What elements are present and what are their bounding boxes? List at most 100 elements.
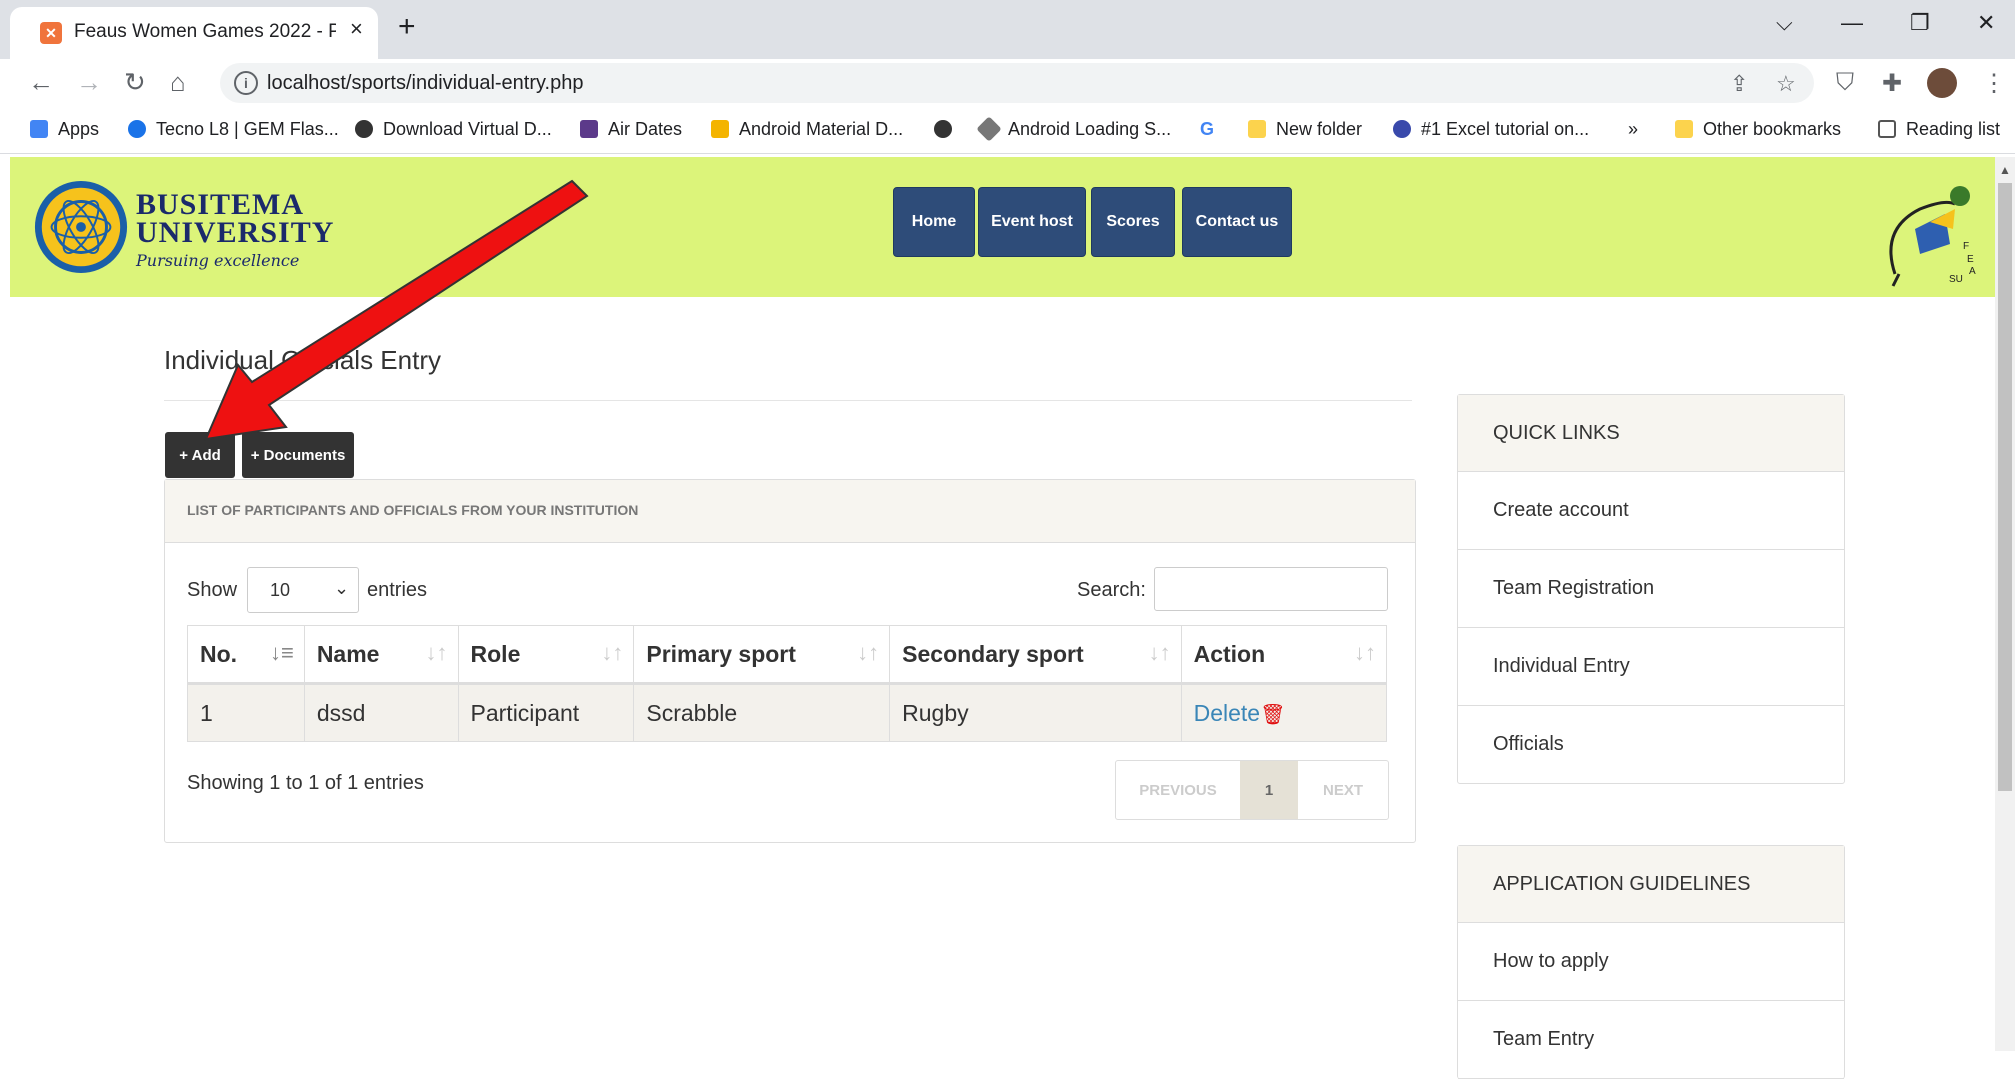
tv-icon: [580, 120, 598, 138]
tab-search-icon[interactable]: ⌵: [1776, 10, 1793, 36]
profile-avatar[interactable]: [1927, 68, 1957, 98]
link-create-account[interactable]: Create account: [1458, 472, 1844, 550]
bookmark-excel-tutorial[interactable]: #1 Excel tutorial on...: [1393, 119, 1589, 140]
sort-icon: ↓↑: [1354, 640, 1376, 665]
bookmark-overflow[interactable]: »: [1628, 119, 1638, 140]
column-header-name[interactable]: Name ↓↑: [303, 625, 459, 685]
column-header-role[interactable]: Role ↓↑: [457, 625, 635, 685]
bookmark-star-icon[interactable]: ☆: [1776, 71, 1796, 97]
logo-tagline: Pursuing excellence: [136, 251, 300, 270]
minimize-icon[interactable]: —: [1841, 10, 1863, 36]
globe-icon: [934, 120, 952, 138]
add-button[interactable]: + Add: [165, 432, 235, 478]
column-header-action[interactable]: Action ↓↑: [1180, 625, 1388, 685]
browser-tab[interactable]: ✕ Feaus Women Games 2022 - Part ×: [10, 7, 378, 59]
bookmark-google[interactable]: G: [1200, 119, 1214, 140]
cell-role: Participant: [457, 683, 635, 742]
address-bar[interactable]: i localhost/sports/individual-entry.php …: [220, 63, 1814, 103]
site-info-icon[interactable]: i: [234, 71, 258, 95]
cell-action: Delete🗑: [1180, 683, 1388, 742]
close-tab-icon[interactable]: ×: [350, 16, 363, 42]
nav-scores[interactable]: Scores: [1091, 187, 1175, 257]
back-icon[interactable]: ←: [28, 67, 54, 98]
cell-name: dssd: [303, 683, 459, 742]
university-logo-text[interactable]: BUSITEMA UNIVERSITY Pursuing excellence: [136, 188, 334, 271]
bookmark-other[interactable]: Other bookmarks: [1675, 119, 1841, 140]
link-how-to-apply[interactable]: How to apply: [1458, 923, 1844, 1001]
tab-title: Feaus Women Games 2022 - Part: [74, 21, 336, 42]
column-header-primary-sport[interactable]: Primary sport ↓↑: [633, 625, 891, 685]
quick-links-panel: QUICK LINKS Create account Team Registra…: [1457, 394, 1845, 784]
cell-no: 1: [187, 683, 305, 742]
extensions-puzzle-icon[interactable]: ✚: [1882, 69, 1902, 98]
bookmark-android-material[interactable]: Android Material D...: [711, 119, 903, 140]
scroll-thumb[interactable]: [1998, 183, 2012, 791]
quick-links-title: QUICK LINKS: [1458, 395, 1844, 472]
share-icon[interactable]: ⇪: [1730, 71, 1748, 97]
close-window-icon[interactable]: ✕: [1977, 10, 1995, 36]
home-icon[interactable]: ⌂: [170, 67, 186, 98]
svg-text:E: E: [1967, 254, 1974, 265]
page-1-button[interactable]: 1: [1240, 761, 1298, 819]
browser-toolbar: ← → ↻ ⌂ i localhost/sports/individual-en…: [0, 59, 2015, 107]
table-row: 1 dssd Participant Scrabble Rugby Delete…: [187, 683, 1388, 742]
scroll-up-icon[interactable]: ▲: [1999, 163, 2011, 177]
bookmark-android-loading[interactable]: Android Loading S...: [976, 116, 1171, 142]
table-info: Showing 1 to 1 of 1 entries: [187, 772, 424, 794]
guidelines-panel: APPLICATION GUIDELINES How to apply Team…: [1457, 845, 1845, 1079]
search-label: Search:: [1077, 579, 1146, 601]
browser-tab-strip: ✕ Feaus Women Games 2022 - Part × + ⌵ — …: [0, 0, 2015, 59]
globe-icon: [355, 120, 373, 138]
android-material-icon: [711, 120, 729, 138]
new-tab-button[interactable]: +: [398, 10, 416, 44]
participants-panel: LIST OF PARTICIPANTS AND OFFICIALS FROM …: [164, 479, 1416, 843]
page-scrollbar[interactable]: ▲: [1995, 157, 2015, 1051]
google-icon: G: [1200, 119, 1215, 139]
participants-panel-header: LIST OF PARTICIPANTS AND OFFICIALS FROM …: [165, 480, 1415, 543]
search-input[interactable]: [1154, 567, 1388, 611]
menu-kebab-icon[interactable]: ⋮: [1982, 69, 2006, 98]
reading-list-icon: [1878, 120, 1896, 138]
link-team-registration[interactable]: Team Registration: [1458, 550, 1844, 628]
link-officials[interactable]: Officials: [1458, 706, 1844, 783]
trash-icon[interactable]: 🗑: [1260, 704, 1285, 726]
next-page-button[interactable]: NEXT: [1298, 761, 1388, 819]
bookmark-tecno[interactable]: Tecno L8 | GEM Flas...: [128, 119, 339, 140]
nav-event-host[interactable]: Event host: [978, 187, 1086, 257]
sort-icon: ↓↑: [1148, 640, 1171, 665]
reload-icon[interactable]: ↻: [124, 67, 146, 98]
sort-icon: ↓↑: [857, 640, 880, 665]
restore-icon[interactable]: ❐: [1910, 10, 1930, 36]
page-title: Individual Officials Entry: [164, 345, 441, 375]
nav-home[interactable]: Home: [893, 187, 975, 257]
nav-contact-us[interactable]: Contact us: [1182, 187, 1292, 257]
bookmark-reading-list[interactable]: Reading list: [1878, 119, 2000, 140]
address-url[interactable]: localhost/sports/individual-entry.php: [267, 72, 583, 95]
sort-icon: ↓↑: [425, 640, 448, 665]
shield-extension-icon[interactable]: ⛉: [1836, 69, 1854, 97]
column-header-secondary-sport[interactable]: Secondary sport ↓↑: [889, 625, 1182, 685]
apps-grid-icon: [30, 120, 48, 138]
bookmark-apps[interactable]: Apps: [30, 119, 99, 140]
logo-line-1: BUSITEMA: [136, 188, 305, 221]
diamond-icon: [976, 116, 1002, 142]
bookmarks-bar: Apps Tecno L8 | GEM Flas... Download Vir…: [0, 107, 2015, 154]
bookmark-air-dates[interactable]: Air Dates: [580, 119, 682, 140]
bookmark-globe[interactable]: [934, 119, 962, 140]
delete-link[interactable]: Delete: [1194, 700, 1260, 726]
column-header-no[interactable]: No. ↓≡: [187, 625, 305, 685]
link-team-entry[interactable]: Team Entry: [1458, 1001, 1844, 1079]
bookmark-download-virtual[interactable]: Download Virtual D...: [355, 119, 552, 140]
documents-button[interactable]: + Documents: [242, 432, 354, 478]
entries-per-page-select[interactable]: 10 ⌄: [247, 567, 359, 613]
cell-primary-sport: Scrabble: [633, 683, 891, 742]
previous-page-button[interactable]: PREVIOUS: [1116, 761, 1240, 819]
svg-text:A: A: [1969, 266, 1976, 277]
forward-icon[interactable]: →: [76, 67, 102, 98]
link-individual-entry[interactable]: Individual Entry: [1458, 628, 1844, 706]
bookmark-new-folder[interactable]: New folder: [1248, 119, 1362, 140]
site-favicon-icon: ✕: [40, 22, 62, 44]
table-header-row: No. ↓≡ Name ↓↑ Role ↓↑ Primary sport ↓↑ Seco…: [187, 625, 1388, 685]
participants-table: No. ↓≡ Name ↓↑ Role ↓↑ Primary sport ↓↑ Seco…: [187, 625, 1388, 742]
sort-ascending-icon: ↓≡: [269, 640, 294, 665]
